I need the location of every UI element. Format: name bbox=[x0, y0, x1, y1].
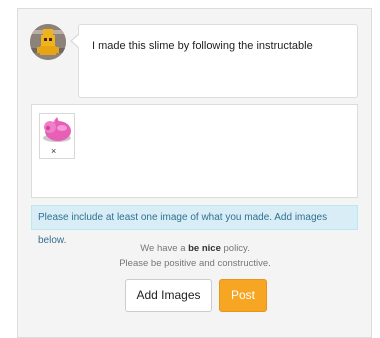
image-required-notice: Please include at least one image of wha… bbox=[31, 205, 358, 246]
add-images-button[interactable]: Add Images bbox=[125, 279, 212, 312]
be-nice-policy-text: We have a be nice policy. bbox=[0, 243, 380, 254]
remove-image-button[interactable]: × bbox=[51, 146, 56, 156]
user-avatar bbox=[30, 24, 66, 60]
image-attachments-area[interactable] bbox=[31, 104, 358, 198]
policy-subtext: Please be positive and constructive. bbox=[119, 258, 271, 269]
bubble-pointer-inner bbox=[72, 34, 80, 48]
pink-pig-slime-image bbox=[40, 114, 74, 148]
attached-image-thumbnail[interactable] bbox=[39, 113, 75, 159]
policy-suffix: policy. bbox=[220, 243, 250, 254]
comment-bubble[interactable] bbox=[78, 24, 358, 98]
policy-prefix: We have a bbox=[140, 243, 189, 254]
comment-text[interactable]: I made this slime by following the instr… bbox=[92, 40, 313, 52]
post-button[interactable]: Post bbox=[219, 279, 267, 312]
robot-avatar-icon bbox=[30, 24, 66, 60]
be-nice-link: be nice bbox=[188, 243, 221, 254]
